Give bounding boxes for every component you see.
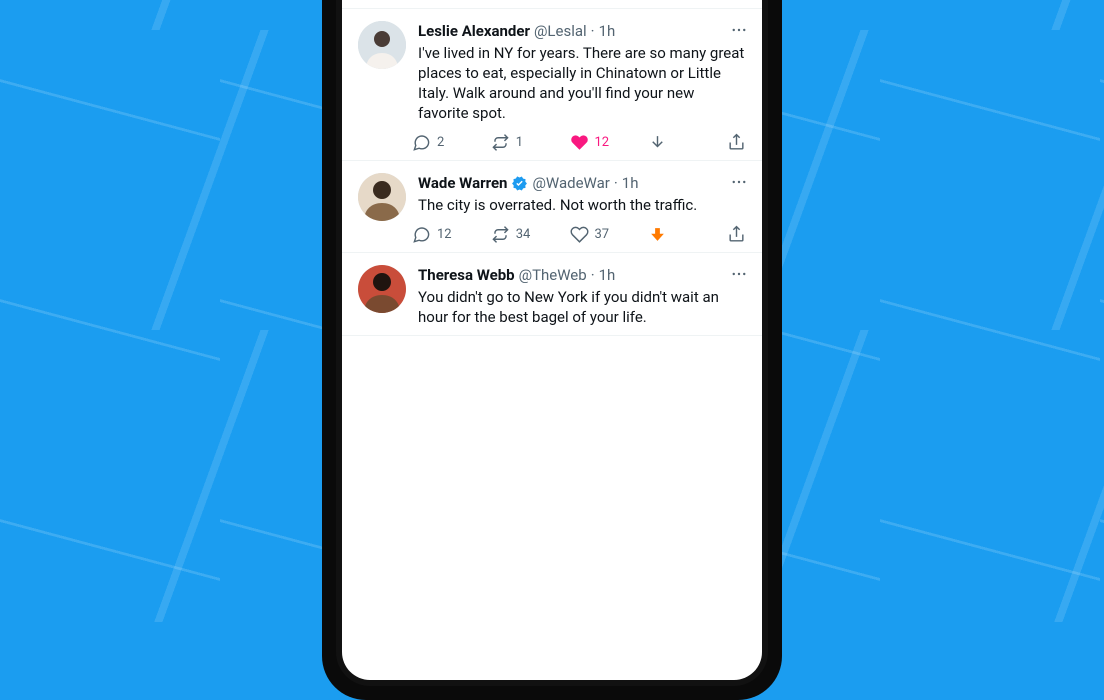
retweet-icon <box>491 225 510 244</box>
phone-frame: 35 Retweets 9 Quote Retweets 297 Likes L… <box>322 0 782 700</box>
author-handle[interactable]: @TheWeb <box>519 265 587 285</box>
tweet-time[interactable]: 1h <box>599 265 616 285</box>
tweet-header: Leslie Alexander @Leslal · 1h <box>418 21 746 41</box>
reply-icon <box>412 133 431 152</box>
like-button[interactable]: 12 <box>570 133 649 152</box>
share-icon <box>727 133 746 152</box>
author-handle[interactable]: @Leslal <box>534 21 587 41</box>
downvote-button[interactable] <box>648 225 727 244</box>
retweet-button[interactable]: 1 <box>491 133 570 152</box>
sep: · <box>591 21 595 41</box>
reply-button[interactable]: 2 <box>412 133 491 152</box>
more-icon[interactable] <box>730 21 748 39</box>
tweet-time[interactable]: 1h <box>622 173 639 193</box>
phone-inner: 35 Retweets 9 Quote Retweets 297 Likes L… <box>336 0 768 686</box>
tweet[interactable]: Leslie Alexander @Leslal · 1h I've lived… <box>342 9 762 161</box>
retweet-count: 1 <box>516 135 523 150</box>
retweet-icon <box>491 133 510 152</box>
retweet-button[interactable]: 34 <box>491 225 570 244</box>
tweet-body: Wade Warren @WadeWar · 1h The city is ov… <box>418 173 746 244</box>
sep: · <box>614 173 618 193</box>
like-button[interactable]: 37 <box>570 225 649 244</box>
author-name[interactable]: Wade Warren <box>418 173 507 193</box>
more-icon[interactable] <box>730 265 748 283</box>
share-button[interactable] <box>727 225 746 244</box>
reply-icon <box>412 225 431 244</box>
retweet-count: 34 <box>516 227 531 242</box>
downvote-icon-filled <box>648 225 667 244</box>
tweet-header: Wade Warren @WadeWar · 1h <box>418 173 746 193</box>
tweet-text: You didn't go to New York if you didn't … <box>418 287 746 327</box>
like-count: 37 <box>595 227 610 242</box>
tweet[interactable]: Theresa Webb @TheWeb · 1h You didn't go … <box>342 253 762 336</box>
tweet-body: Leslie Alexander @Leslal · 1h I've lived… <box>418 21 746 152</box>
reply-count: 2 <box>437 135 444 150</box>
author-name[interactable]: Leslie Alexander <box>418 21 530 41</box>
author-handle[interactable]: @WadeWar <box>532 173 609 193</box>
share-icon <box>727 225 746 244</box>
tweet-text: The city is overrated. Not worth the tra… <box>418 195 746 215</box>
sep: · <box>591 265 595 285</box>
avatar[interactable] <box>358 265 406 313</box>
verified-badge-icon <box>511 175 528 192</box>
tweet-time[interactable]: 1h <box>599 21 616 41</box>
main-actions-row <box>342 0 762 9</box>
tweet-actions: 2 1 12 <box>412 133 746 152</box>
author-name[interactable]: Theresa Webb <box>418 265 515 285</box>
reply-count: 12 <box>437 227 452 242</box>
downvote-button[interactable] <box>648 133 727 152</box>
tweet-text: I've lived in NY for years. There are so… <box>418 43 746 123</box>
scroll-area[interactable]: 35 Retweets 9 Quote Retweets 297 Likes L… <box>342 0 762 336</box>
avatar[interactable] <box>358 21 406 69</box>
reply-button[interactable]: 12 <box>412 225 491 244</box>
share-button[interactable] <box>727 133 746 152</box>
like-count: 12 <box>595 135 610 150</box>
tweet-body: Theresa Webb @TheWeb · 1h You didn't go … <box>418 265 746 327</box>
tweet[interactable]: Wade Warren @WadeWar · 1h The city is ov… <box>342 161 762 253</box>
avatar[interactable] <box>358 173 406 221</box>
app-screen: 35 Retweets 9 Quote Retweets 297 Likes L… <box>342 0 762 680</box>
downvote-icon <box>648 133 667 152</box>
more-icon[interactable] <box>730 173 748 191</box>
like-icon-filled <box>570 133 589 152</box>
tweet-header: Theresa Webb @TheWeb · 1h <box>418 265 746 285</box>
like-icon <box>570 225 589 244</box>
tweet-actions: 12 34 37 <box>412 225 746 244</box>
